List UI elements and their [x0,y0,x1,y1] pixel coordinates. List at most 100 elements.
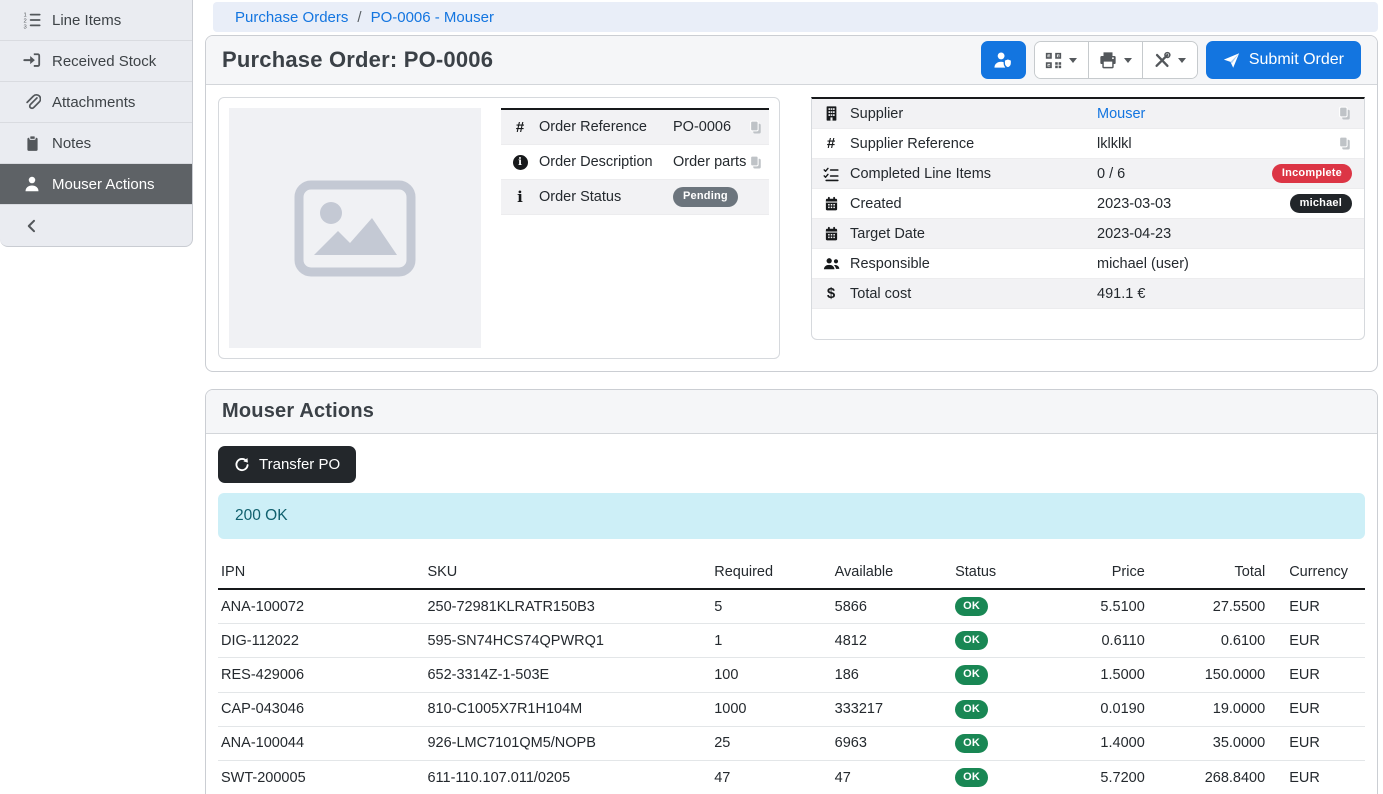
column-header-status: Status [952,559,1067,589]
info-circle-icon: i [513,155,528,170]
detail-row-responsible: Responsible michael (user) [812,249,1364,279]
detail-row-supplier: Supplier Mouser [812,99,1364,129]
info-icon: i [517,188,523,206]
status-badge: OK [955,700,988,719]
chevron-down-icon [1069,58,1077,63]
breadcrumb: Purchase Orders / PO-0006 - Mouser [213,2,1378,32]
user-icon [12,175,52,193]
copy-icon[interactable] [1337,135,1352,152]
status-badge: Pending [673,187,738,206]
detail-row-completed-line-items: Completed Line Items 0 / 6 Incomplete [812,159,1364,189]
user-shield-icon [993,50,1014,71]
detail-row-order-status: i Order Status Pending [501,180,769,215]
chevron-left-icon [12,218,52,234]
table-row: SWT-200005 611-110.107.011/0205 47 47 OK… [218,760,1365,794]
table-row: RES-429006 652-3314Z-1-503E 100 186 OK 1… [218,658,1365,692]
detail-row-target-date: Target Date 2023-04-23 [812,219,1364,249]
status-badge: OK [955,631,988,650]
building-icon [824,105,839,122]
dollar-icon: $ [827,285,835,302]
detail-row-supplier-reference: # Supplier Reference lklklkl [812,129,1364,159]
sidebar-item-attachments[interactable]: Attachments [0,82,192,123]
sidebar-item-label: Mouser Actions [52,176,155,193]
order-panel-header: Purchase Order: PO-0006 [206,36,1377,85]
order-panel: Purchase Order: PO-0006 [205,35,1378,372]
table-row: ANA-100072 250-72981KLRATR150B3 5 5866 O… [218,589,1365,624]
column-header-total: Total [1153,559,1273,589]
paper-plane-icon [1223,52,1240,69]
status-badge: OK [955,597,988,616]
column-header-currency: Currency [1273,559,1365,589]
alert-text: 200 OK [235,507,288,525]
hash-icon: # [516,119,524,136]
sidebar-item-label: Notes [52,135,91,152]
calendar-icon [824,196,839,212]
page-title: Purchase Order: PO-0006 [222,47,493,73]
supplier-details-table: Supplier Mouser # Supplier Reference lkl… [811,97,1365,340]
tools-icon [1153,51,1171,69]
barcode-actions-button[interactable] [1035,42,1089,78]
breadcrumb-separator: / [357,9,361,26]
sidebar-item-notes[interactable]: Notes [0,123,192,164]
sidebar-item-line-items[interactable]: 123 Line Items [0,0,192,41]
order-actions-button[interactable] [1143,42,1197,78]
chevron-down-icon [1124,58,1132,63]
order-panel-body: # Order Reference PO-0006 i Order Descri… [206,85,1377,371]
clipboard-icon [12,135,52,152]
paperclip-icon [12,93,52,111]
chevron-down-icon [1178,58,1186,63]
status-badge: OK [955,734,988,753]
mouser-actions-title: Mouser Actions [222,400,374,423]
list-ol-icon: 123 [12,11,52,29]
hash-icon: # [827,135,835,152]
detail-row-total-cost: $ Total cost 491.1 € [812,279,1364,309]
transfer-po-label: Transfer PO [259,456,340,473]
status-badge: OK [955,768,988,787]
copy-icon[interactable] [748,119,763,136]
mouser-actions-panel: Mouser Actions Transfer PO 200 OK [205,389,1378,794]
submit-order-label: Submit Order [1249,51,1344,69]
transfer-po-button[interactable]: Transfer PO [218,446,356,483]
sign-in-icon [12,52,52,70]
table-row: CAP-043046 810-C1005X7R1H104M 1000 33321… [218,692,1365,726]
incomplete-badge: Incomplete [1272,164,1352,183]
table-header-row: IPN SKU Required Available Status Price … [218,559,1365,589]
submit-order-button[interactable]: Submit Order [1206,41,1361,79]
copy-icon[interactable] [748,154,763,171]
table-row: ANA-100044 926-LMC7101QM5/NOPB 25 6963 O… [218,726,1365,760]
sidebar-item-received-stock[interactable]: Received Stock [0,41,192,82]
breadcrumb-link-current-order[interactable]: PO-0006 - Mouser [371,9,494,26]
user-badge: michael [1290,194,1352,213]
detail-row-order-reference: # Order Reference PO-0006 [501,110,769,145]
rotate-icon [234,457,250,473]
supplier-link[interactable]: Mouser [1097,106,1337,122]
status-badge: OK [955,665,988,684]
detail-row-empty [812,309,1364,339]
column-header-required: Required [711,559,831,589]
status-alert: 200 OK [218,493,1365,539]
dropdown-button-group [1034,41,1198,79]
list-check-icon [823,166,839,182]
sidebar-item-mouser-actions[interactable]: Mouser Actions [0,164,192,205]
detail-row-order-description: i Order Description Order parts [501,145,769,180]
svg-text:3: 3 [23,24,26,29]
admin-button[interactable] [981,41,1026,79]
toolbar: Submit Order [981,41,1361,79]
breadcrumb-link-purchase-orders[interactable]: Purchase Orders [235,9,348,26]
image-icon [294,180,416,277]
order-details-table: # Order Reference PO-0006 i Order Descri… [501,108,769,215]
sidebar-item-label: Line Items [52,12,121,29]
column-header-available: Available [832,559,952,589]
column-header-price: Price [1067,559,1153,589]
copy-icon[interactable] [1337,105,1352,122]
order-card: # Order Reference PO-0006 i Order Descri… [218,97,780,359]
calendar-icon [824,226,839,242]
mouser-actions-body: Transfer PO 200 OK IPN SKU Required [206,434,1377,794]
print-actions-button[interactable] [1089,42,1143,78]
main-content: Purchase Orders / PO-0006 - Mouser Purch… [205,0,1378,794]
users-icon [823,256,840,271]
page: 123 Line Items Received Stock Attachment… [0,0,1383,794]
sidebar-collapse-button[interactable] [0,205,192,246]
column-header-ipn: IPN [218,559,424,589]
order-image-placeholder[interactable] [229,108,481,348]
